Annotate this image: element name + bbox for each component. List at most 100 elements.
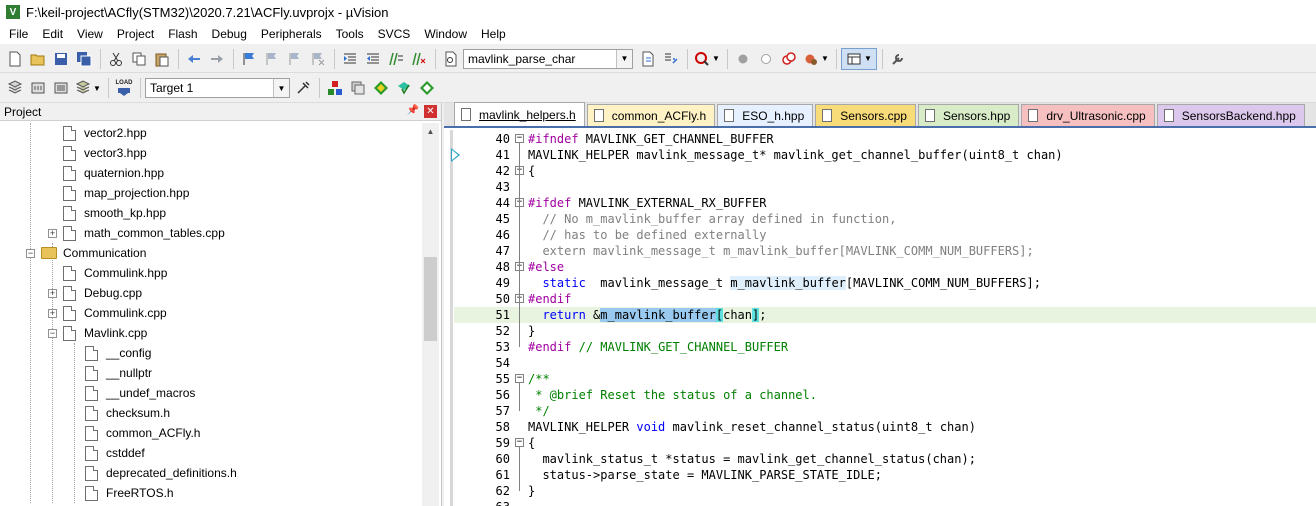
- expand-icon[interactable]: +: [48, 228, 57, 238]
- tree-file[interactable]: common_ACFly.h: [70, 423, 200, 443]
- tree-file[interactable]: __config: [70, 343, 151, 363]
- chevron-down-icon[interactable]: ▼: [273, 79, 289, 97]
- menu-debug[interactable]: Debug: [205, 24, 254, 44]
- pin-icon[interactable]: 📌: [407, 105, 419, 116]
- next-bookmark-icon[interactable]: [284, 48, 306, 70]
- code-line[interactable]: 55−/**: [454, 371, 1316, 387]
- tab-drv-ultrasonic-cpp[interactable]: drv_Ultrasonic.cpp: [1021, 104, 1155, 126]
- code-line[interactable]: 62}: [454, 483, 1316, 499]
- code-line[interactable]: 61 status->parse_state = MAVLINK_PARSE_S…: [454, 467, 1316, 483]
- tab-sensorsbackend-hpp[interactable]: SensorsBackend.hpp: [1156, 104, 1305, 126]
- debug-icon[interactable]: ▼: [692, 48, 722, 70]
- rebuild-icon[interactable]: [50, 77, 72, 99]
- tree-file[interactable]: + Commulink.cpp: [48, 303, 167, 323]
- menu-peripherals[interactable]: Peripherals: [254, 24, 329, 44]
- code-area[interactable]: 40− #ifndef MAVLINK_GET_CHANNEL_BUFFER 41 M…: [454, 130, 1316, 506]
- tree-file[interactable]: cstddef: [70, 443, 145, 463]
- translate-icon[interactable]: [4, 77, 26, 99]
- prev-bookmark-icon[interactable]: [261, 48, 283, 70]
- tree-file[interactable]: vector3.hpp: [48, 143, 147, 163]
- menu-svcs[interactable]: SVCS: [371, 24, 418, 44]
- close-icon[interactable]: ✕: [424, 105, 437, 118]
- window-layout-icon[interactable]: ▼: [841, 47, 877, 70]
- breakpoint-disable-icon[interactable]: [778, 48, 800, 70]
- tree-file[interactable]: Commulink.hpp: [48, 263, 167, 283]
- breakpoint-insert-icon[interactable]: [732, 48, 754, 70]
- menu-help[interactable]: Help: [474, 24, 513, 44]
- undo-icon[interactable]: [183, 48, 205, 70]
- tree-file[interactable]: __nullptr: [70, 363, 152, 383]
- code-line[interactable]: 56 * @brief Reset the status of a channe…: [454, 387, 1316, 403]
- redo-icon[interactable]: [206, 48, 228, 70]
- fold-toggle-icon[interactable]: −: [515, 438, 524, 447]
- download-icon[interactable]: LOAD: [113, 77, 135, 99]
- tree-file[interactable]: smooth_kp.hpp: [48, 203, 166, 223]
- find-combo[interactable]: mavlink_parse_char ▼: [463, 48, 633, 69]
- breakpoint-kill-icon[interactable]: ▼: [801, 48, 831, 70]
- collapse-icon[interactable]: −: [48, 328, 57, 338]
- cut-icon[interactable]: [105, 48, 127, 70]
- uncomment-icon[interactable]: [408, 48, 430, 70]
- scroll-up-icon[interactable]: ▲: [422, 123, 439, 140]
- build-icon[interactable]: [27, 77, 49, 99]
- tree-file[interactable]: __undef_macros: [70, 383, 195, 403]
- menu-view[interactable]: View: [70, 24, 110, 44]
- fold-toggle-icon[interactable]: −: [515, 134, 524, 143]
- code-line[interactable]: 44−#ifdef MAVLINK_EXTERNAL_RX_BUFFER: [454, 195, 1316, 211]
- code-line[interactable]: 46 // has to be defined externally: [454, 227, 1316, 243]
- find-icon[interactable]: [637, 48, 659, 70]
- code-line[interactable]: 42−{: [454, 163, 1316, 179]
- menu-project[interactable]: Project: [110, 24, 161, 44]
- chevron-down-icon[interactable]: ▼: [616, 49, 632, 68]
- bookmark-icon[interactable]: [238, 48, 260, 70]
- tab-mavlink-helpers-h[interactable]: mavlink_helpers.h: [454, 102, 585, 126]
- breakpoint-enable-icon[interactable]: [755, 48, 777, 70]
- expand-icon[interactable]: +: [48, 288, 57, 298]
- tab-eso-h-hpp[interactable]: ESO_h.hpp: [717, 104, 814, 126]
- packs-icon[interactable]: [347, 77, 369, 99]
- tree-file[interactable]: vector2.hpp: [48, 123, 147, 143]
- menu-tools[interactable]: Tools: [329, 24, 371, 44]
- configure-icon[interactable]: [887, 48, 909, 70]
- copy-icon[interactable]: [128, 48, 150, 70]
- menu-file[interactable]: File: [2, 24, 35, 44]
- code-line[interactable]: 51 return &m_mavlink_buffer[chan];: [454, 307, 1316, 323]
- comment-icon[interactable]: [385, 48, 407, 70]
- tree-file[interactable]: − Mavlink.cpp: [48, 323, 147, 343]
- unindent-icon[interactable]: [362, 48, 384, 70]
- tree-file[interactable]: + Debug.cpp: [48, 283, 142, 303]
- code-line[interactable]: 45 // No m_mavlink_buffer array defined …: [454, 211, 1316, 227]
- scrollbar-thumb[interactable]: [424, 257, 437, 341]
- code-line[interactable]: 41 MAVLINK_HELPER mavlink_message_t* mavl…: [454, 147, 1316, 163]
- code-line[interactable]: 40− #ifndef MAVLINK_GET_CHANNEL_BUFFER: [454, 131, 1316, 147]
- select-pack-icon[interactable]: [370, 77, 392, 99]
- code-line[interactable]: 50−#endif: [454, 291, 1316, 307]
- tree-file[interactable]: checksum.h: [70, 403, 170, 423]
- code-line[interactable]: 60 mavlink_status_t *status = mavlink_ge…: [454, 451, 1316, 467]
- code-line[interactable]: 49 static mavlink_message_t m_mavlink_bu…: [454, 275, 1316, 291]
- rte-icon[interactable]: [416, 77, 438, 99]
- tree-file[interactable]: deprecated_definitions.h: [70, 463, 237, 483]
- code-line[interactable]: 59−{: [454, 435, 1316, 451]
- code-line[interactable]: 47 extern mavlink_message_t m_mavlink_bu…: [454, 243, 1316, 259]
- tree-file[interactable]: + math_common_tables.cpp: [48, 223, 225, 243]
- code-line[interactable]: 58 MAVLINK_HELPER void mavlink_reset_chan…: [454, 419, 1316, 435]
- tab-sensors-hpp[interactable]: Sensors.hpp: [917, 104, 1020, 126]
- project-scrollbar[interactable]: ▲: [422, 123, 439, 506]
- collapse-icon[interactable]: −: [26, 248, 35, 258]
- target-combo[interactable]: Target 1 ▼: [145, 78, 290, 98]
- tree-file[interactable]: quaternion.hpp: [48, 163, 164, 183]
- save-icon[interactable]: [50, 48, 72, 70]
- code-line[interactable]: 54: [454, 355, 1316, 371]
- sw-components-icon[interactable]: [393, 77, 415, 99]
- incremental-find-icon[interactable]: [660, 48, 682, 70]
- tab-sensors-cpp[interactable]: Sensors.cpp: [815, 104, 916, 126]
- manage-components-icon[interactable]: [324, 77, 346, 99]
- open-folder-icon[interactable]: [27, 48, 49, 70]
- menu-edit[interactable]: Edit: [35, 24, 70, 44]
- code-line[interactable]: 63: [454, 499, 1316, 506]
- code-line[interactable]: 53 #endif // MAVLINK_GET_CHANNEL_BUFFER: [454, 339, 1316, 355]
- tab-common-acfly-h[interactable]: common_ACFly.h: [586, 104, 716, 126]
- expand-icon[interactable]: +: [48, 308, 57, 318]
- fold-toggle-icon[interactable]: −: [515, 374, 524, 383]
